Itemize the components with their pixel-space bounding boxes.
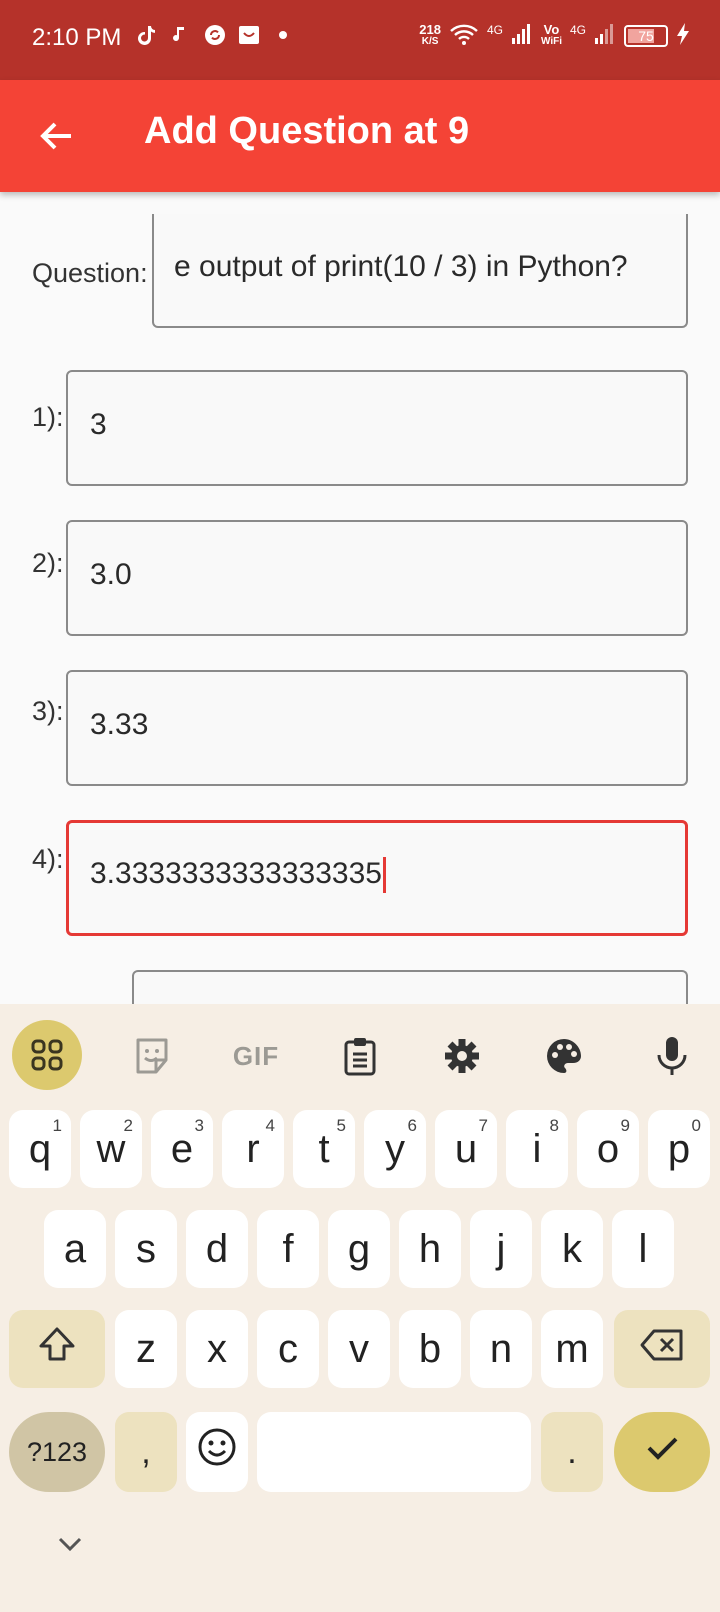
option-2-label: 2): [32, 548, 64, 578]
key-n[interactable]: n [470, 1310, 532, 1388]
key-v[interactable]: v [328, 1310, 390, 1388]
back-arrow-icon[interactable] [36, 116, 76, 156]
option-3-input[interactable]: 3.33 [66, 670, 688, 786]
emoji-icon [197, 1427, 237, 1477]
key-e[interactable]: e3 [151, 1110, 213, 1188]
space-key[interactable] [257, 1412, 531, 1492]
option-1-input[interactable]: 3 [66, 370, 688, 486]
key-u[interactable]: u7 [435, 1110, 497, 1188]
key-w[interactable]: w2 [80, 1110, 142, 1188]
symbols-key[interactable]: ?123 [9, 1412, 105, 1492]
key-j[interactable]: j [470, 1210, 532, 1288]
checkmark-icon [642, 1427, 682, 1477]
app-bar: Add Question at 9 [0, 80, 720, 192]
key-k[interactable]: k [541, 1210, 603, 1288]
option-3-label: 3): [32, 696, 64, 726]
apps-grid-icon[interactable] [12, 1020, 82, 1090]
question-form: Question: e output of print(10 / 3) in P… [0, 192, 720, 1004]
key-y[interactable]: y6 [364, 1110, 426, 1188]
done-key[interactable] [614, 1412, 710, 1492]
sync-icon [204, 24, 226, 46]
net-speed: 218 K/S [419, 21, 441, 47]
music-icon [170, 24, 192, 46]
backspace-key[interactable] [614, 1310, 710, 1388]
status-bar: 2:10 PM 218 K/S 4G Vo WiFi 4G 75 [0, 0, 720, 80]
charging-icon [676, 22, 690, 49]
key-i[interactable]: i8 [506, 1110, 568, 1188]
question-label: Question: [32, 258, 148, 288]
key-g[interactable]: g [328, 1210, 390, 1288]
key-r[interactable]: r4 [222, 1110, 284, 1188]
option-2-input[interactable]: 3.0 [66, 520, 688, 636]
shift-icon [37, 1324, 77, 1374]
clipboard-icon[interactable] [332, 1028, 388, 1084]
microphone-icon[interactable] [644, 1028, 700, 1084]
volte-label: Vo WiFi [540, 21, 562, 47]
text-cursor [382, 857, 386, 894]
emoji-key[interactable] [186, 1412, 248, 1492]
status-time: 2:10 PM [32, 24, 122, 51]
key-b[interactable]: b [399, 1310, 461, 1388]
tiktok-icon [136, 24, 158, 46]
key-t[interactable]: t5 [293, 1110, 355, 1188]
shift-key[interactable] [9, 1310, 105, 1388]
dot-icon [272, 24, 294, 46]
key-d[interactable]: d [186, 1210, 248, 1288]
chevron-down-icon[interactable] [56, 1534, 84, 1559]
mail-icon [238, 24, 260, 46]
signal-icon [594, 22, 616, 49]
period-key[interactable]: . [541, 1412, 603, 1492]
key-a[interactable]: a [44, 1210, 106, 1288]
key-c[interactable]: c [257, 1310, 319, 1388]
battery-icon: 75 [624, 24, 668, 47]
option-1-label: 1): [32, 402, 64, 432]
key-q[interactable]: q1 [9, 1110, 71, 1188]
comma-key[interactable]: , [115, 1412, 177, 1492]
question-input[interactable]: e output of print(10 / 3) in Python? [152, 214, 688, 328]
key-f[interactable]: f [257, 1210, 319, 1288]
option-4-label: 4): [32, 844, 64, 874]
key-l[interactable]: l [612, 1210, 674, 1288]
wifi-icon [449, 22, 479, 49]
key-p[interactable]: p0 [648, 1110, 710, 1188]
keyboard: GIF q1 w2 e3 r4 t5 y6 u7 i8 o9 p0 a s d … [0, 1004, 720, 1612]
signal-icon [511, 22, 533, 49]
key-m[interactable]: m [541, 1310, 603, 1388]
backspace-icon [640, 1327, 684, 1372]
palette-icon[interactable] [536, 1028, 592, 1084]
next-input[interactable] [132, 970, 688, 1004]
key-h[interactable]: h [399, 1210, 461, 1288]
gif-icon[interactable]: GIF [226, 1028, 286, 1084]
sticker-icon[interactable] [124, 1028, 180, 1084]
key-s[interactable]: s [115, 1210, 177, 1288]
key-z[interactable]: z [115, 1310, 177, 1388]
option-4-input[interactable]: 3.3333333333333335 [66, 820, 688, 936]
key-o[interactable]: o9 [577, 1110, 639, 1188]
settings-icon[interactable] [434, 1028, 490, 1084]
page-title: Add Question at 9 [144, 110, 470, 152]
key-x[interactable]: x [186, 1310, 248, 1388]
